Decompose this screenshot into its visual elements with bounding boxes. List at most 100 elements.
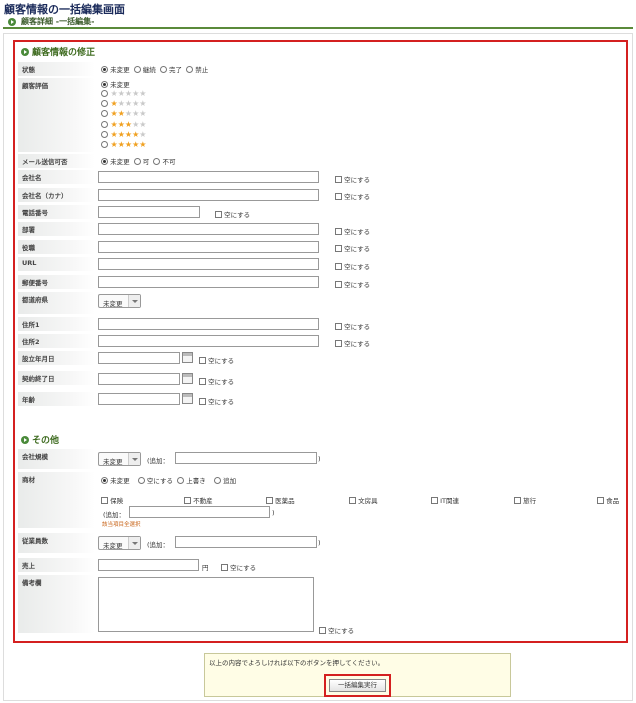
company-size-select[interactable]: 未変更	[98, 452, 141, 466]
label-founded: 設立年月日	[18, 351, 95, 365]
product-cat-5: 旅行	[514, 495, 536, 505]
section-title-other: その他	[21, 433, 59, 446]
add-label: (追加：	[103, 511, 126, 519]
status-radio-unchanged[interactable]	[101, 66, 108, 73]
url-input[interactable]	[98, 258, 319, 270]
calendar-icon[interactable]	[182, 352, 193, 363]
mail-option-label: 未変更	[110, 158, 130, 166]
product-checkbox[interactable]	[101, 497, 108, 504]
product-cat-label: IT関連	[440, 497, 459, 505]
bulk-edit-submit-button[interactable]: 一括編集実行	[329, 679, 386, 692]
rating-radio-2[interactable]	[101, 110, 108, 117]
status-radio-done[interactable]	[159, 66, 167, 73]
arrow-circle-icon	[21, 48, 29, 56]
phone-clear-checkbox[interactable]	[215, 211, 222, 218]
status-option-label: 未変更	[110, 66, 130, 74]
star-icons: ★★	[132, 120, 147, 129]
position-clear-checkbox[interactable]	[335, 245, 342, 252]
remarks-textarea[interactable]	[98, 577, 314, 632]
label-employees: 従業員数	[18, 533, 95, 553]
product-checkbox[interactable]	[597, 497, 604, 504]
product-cat-3: 文房具	[349, 495, 378, 505]
product-cat-label: 不動産	[193, 497, 213, 505]
product-cat-label: 医薬品	[275, 497, 295, 505]
addr2-input[interactable]	[98, 335, 319, 347]
position-input[interactable]	[98, 241, 319, 253]
label-mail: メール送信可否	[18, 154, 95, 168]
status-radio-continue[interactable]	[133, 66, 141, 73]
submit-highlight: 一括編集実行	[324, 674, 391, 697]
employees-select[interactable]: 未変更	[98, 536, 141, 550]
calendar-icon[interactable]	[182, 393, 193, 404]
dept-clear-checkbox[interactable]	[335, 228, 342, 235]
status-option-label: 完了	[169, 66, 183, 74]
rating-radio-5[interactable]	[101, 141, 108, 148]
product-mode-clear[interactable]	[137, 477, 145, 484]
select-value: 未変更	[103, 542, 123, 550]
dept-input[interactable]	[98, 223, 319, 235]
addr2-clear-checkbox[interactable]	[335, 340, 342, 347]
product-checkbox[interactable]	[184, 497, 191, 504]
addr1-input[interactable]	[98, 318, 319, 330]
employees-add-input[interactable]	[175, 536, 317, 548]
product-checkbox[interactable]	[349, 497, 356, 504]
company-input[interactable]	[98, 171, 319, 183]
zip-clear: 空にする	[335, 279, 370, 289]
product-checkbox[interactable]	[514, 497, 521, 504]
status-radio-banned[interactable]	[186, 66, 194, 73]
sales-clear-checkbox[interactable]	[221, 564, 228, 571]
zip-clear-checkbox[interactable]	[335, 281, 342, 288]
label-company-kana: 会社名（カナ）	[18, 188, 95, 202]
position-clear: 空にする	[335, 243, 370, 253]
product-cat-2: 医薬品	[266, 495, 295, 505]
mail-radio-unchanged[interactable]	[101, 158, 108, 165]
mail-radio-allowed[interactable]	[133, 158, 141, 165]
age-input[interactable]	[98, 393, 180, 405]
age-clear-checkbox[interactable]	[199, 398, 206, 405]
company-clear-checkbox[interactable]	[335, 176, 342, 183]
pref-select[interactable]: 未変更	[98, 294, 141, 308]
rating-radio-0[interactable]	[101, 90, 108, 97]
arrow-circle-icon	[8, 18, 16, 26]
label-rating: 顧客評価	[18, 78, 95, 152]
rating-row-5: ★★★★★	[101, 140, 146, 149]
founded-clear-checkbox[interactable]	[199, 357, 206, 364]
product-mode-overwrite[interactable]	[177, 477, 185, 484]
add-label: (追加：	[147, 541, 170, 549]
rating-radio-unchanged[interactable]	[101, 81, 108, 88]
url-clear-checkbox[interactable]	[335, 263, 342, 270]
section-title-customer: 顧客情報の修正	[21, 45, 95, 58]
product-mode-label: 未変更	[110, 477, 130, 485]
rating-radio-1[interactable]	[101, 100, 108, 107]
rating-radio-3[interactable]	[101, 121, 108, 128]
close-paren: )	[318, 455, 321, 463]
contract-end-clear-checkbox[interactable]	[199, 378, 206, 385]
product-cat-4: IT関連	[431, 495, 459, 505]
calendar-icon[interactable]	[182, 373, 193, 384]
product-checkbox[interactable]	[266, 497, 273, 504]
remarks-clear-checkbox[interactable]	[319, 627, 326, 634]
label-remarks: 備考欄	[18, 575, 95, 633]
mail-option-label: 不可	[162, 158, 176, 166]
addr1-clear-checkbox[interactable]	[335, 323, 342, 330]
company-kana-input[interactable]	[98, 189, 319, 201]
phone-input[interactable]	[98, 206, 200, 218]
mail-radio-denied[interactable]	[153, 158, 161, 165]
contract-end-clear: 空にする	[199, 376, 234, 386]
product-mode-add[interactable]	[213, 477, 221, 484]
star-icons: ★★★	[110, 120, 133, 129]
sales-input[interactable]	[98, 559, 199, 571]
select-all-link[interactable]: 該当項目全選択	[102, 520, 141, 528]
zip-input[interactable]	[98, 276, 319, 288]
product-add-input[interactable]	[129, 506, 270, 518]
company-size-add-input[interactable]	[175, 452, 317, 464]
product-mode-unchanged[interactable]	[101, 477, 108, 484]
product-checkbox[interactable]	[431, 497, 438, 504]
label-contract-end: 契約終了日	[18, 371, 95, 385]
product-cat-1: 不動産	[184, 495, 213, 505]
company-kana-clear-checkbox[interactable]	[335, 193, 342, 200]
clear-label: 空にする	[344, 245, 371, 253]
rating-radio-4[interactable]	[101, 131, 108, 138]
founded-input[interactable]	[98, 352, 180, 364]
contract-end-input[interactable]	[98, 373, 180, 385]
